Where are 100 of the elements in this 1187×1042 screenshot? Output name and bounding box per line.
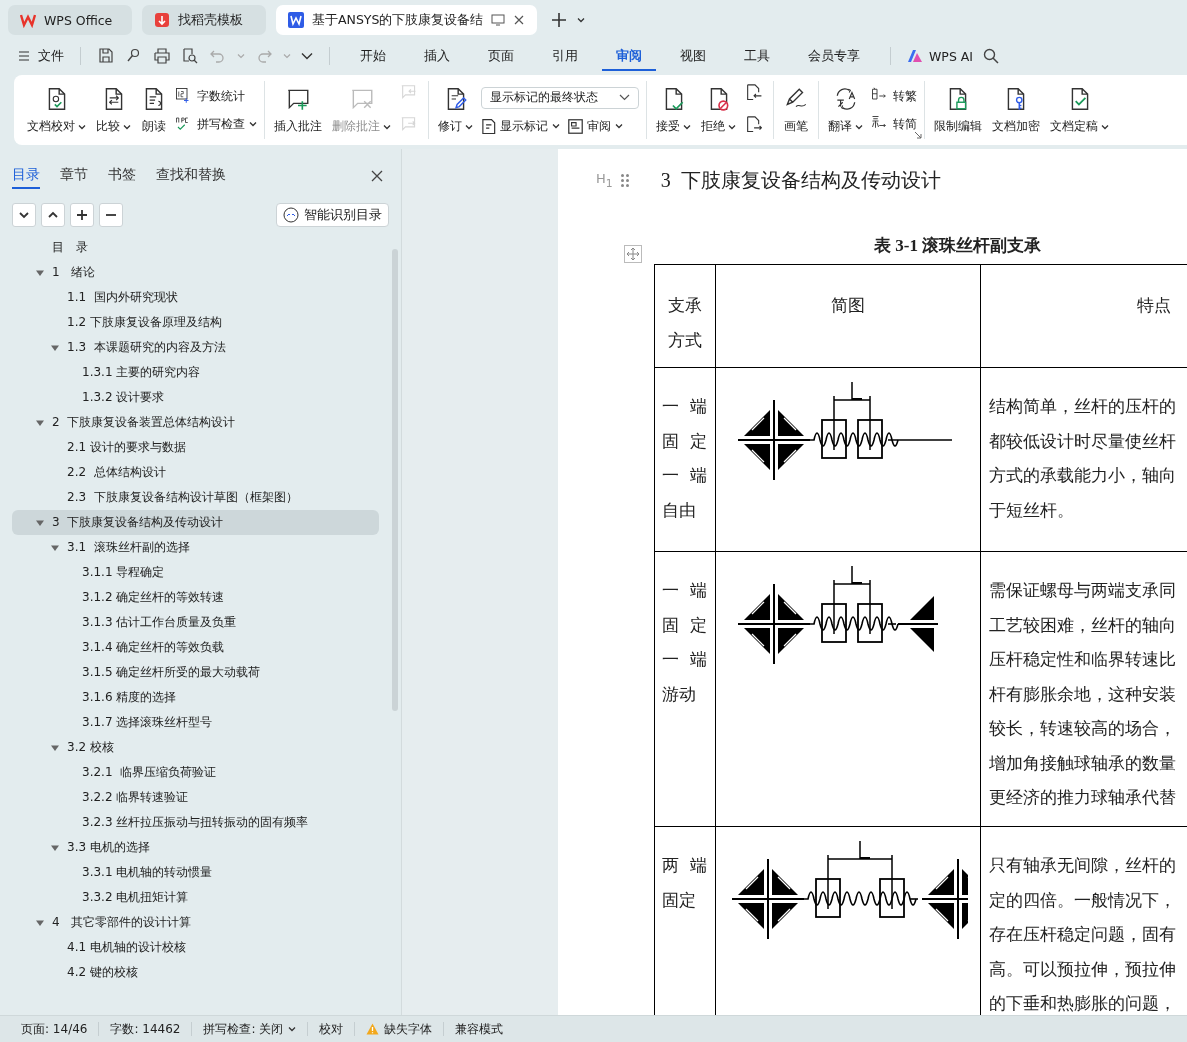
status-item[interactable]: 拼写检查: 关闭 [192,1022,309,1036]
panel-tab[interactable]: 目录 [12,163,40,189]
dialog-launcher-icon[interactable] [914,131,922,139]
ribbon-button[interactable]: 审阅 [568,118,623,134]
ribbon-button[interactable]: 朗读 [137,84,171,136]
ribbon-tab[interactable]: 审阅 [602,41,656,71]
outline-item[interactable]: 4 其它零部件的设计计算 [12,910,379,935]
caret-icon[interactable] [577,17,586,23]
outline-item[interactable]: 2 下肢康复设备装置总体结构设计 [12,410,379,435]
ribbon-button[interactable]: 插入批注 [270,84,326,136]
move-handle-icon[interactable] [624,245,642,263]
ribbon-button[interactable]: 修订 [434,84,477,136]
outline-item[interactable]: 3 下肢康复设备结构及传动设计 [12,510,379,535]
search-icon[interactable] [983,48,1000,64]
outline-item[interactable]: 3.2.1 临界压缩负荷验证 [12,760,379,785]
outline-item[interactable]: 3.3.2 电机扭矩计算 [12,885,379,910]
ribbon-button[interactable]: 翻译 [824,84,867,136]
save-icon[interactable] [97,47,115,65]
collapse-button[interactable] [41,203,65,227]
ribbon-tab[interactable]: 页面 [474,41,528,71]
browser-tab[interactable]: 基于ANSYS的下肢康复设备结 [276,5,538,35]
monitor-icon[interactable] [491,14,506,26]
outline-item[interactable]: 3.3 电机的选择 [12,835,379,860]
ribbon-tab[interactable]: 会员专享 [794,41,874,71]
outline-item[interactable]: 1.1 国内外研究现状 [12,285,379,310]
triangle-icon[interactable] [36,518,44,527]
drag-handle-icon[interactable] [620,173,629,187]
triangle-icon[interactable] [51,843,59,852]
cell-text: 结构简单，丝杆的压杆的 [989,396,1177,418]
plus-icon[interactable] [551,12,568,28]
ribbon-button[interactable]: 文档校对 [23,84,90,136]
status-item[interactable]: 校对 [308,1022,356,1036]
ribbon-button[interactable]: 字数统计 [175,87,245,105]
triangle-icon[interactable] [51,743,59,752]
triangle-icon[interactable] [36,418,44,427]
outline-item[interactable]: 4.1 电机轴的设计校核 [12,935,379,960]
outline-item[interactable]: 3.2 校核 [12,735,379,760]
file-menu[interactable]: 文件 [18,47,64,65]
browser-tab[interactable]: 找稻壳模板 [142,5,266,35]
panel-tab[interactable]: 查找和替换 [156,163,226,189]
markup-dropdown[interactable]: 显示标记的最终状态 [481,86,639,109]
ribbon-tab[interactable]: 开始 [346,41,400,71]
browser-tab[interactable]: WPS Office [8,5,132,35]
triangle-icon[interactable] [36,918,44,927]
ribbon-button[interactable]: 限制编辑 [930,84,986,136]
ribbon-button[interactable]: 拒绝 [697,84,740,136]
ribbon-tab[interactable]: 插入 [410,41,464,71]
outline-item[interactable]: 1.2 下肢康复设备原理及结构 [12,310,379,335]
print-icon[interactable] [153,47,171,65]
outline-item[interactable]: 4.2 键的校核 [12,960,379,985]
panel-tab[interactable]: 章节 [60,163,88,189]
status-item[interactable]: 缺失字体 [355,1022,445,1036]
status-item[interactable]: 页面: 14/46 [10,1022,100,1036]
status-item[interactable]: 字数: 14462 [99,1022,193,1036]
outline-item[interactable]: 3.3.1 电机轴的转动惯量 [12,860,379,885]
outline-item[interactable]: 1.3.2 设计要求 [12,385,379,410]
ribbon-button[interactable]: 比较 [92,84,135,136]
ribbon-button[interactable]: 文档加密 [988,84,1044,136]
outline-item[interactable]: 1.3 本课题研究的内容及方法 [12,335,379,360]
ai-button[interactable]: WPS AI [907,48,974,64]
expand-button[interactable] [12,203,36,227]
status-item[interactable]: 兼容模式 [444,1022,515,1036]
ribbon-button[interactable]: 转简 [871,115,917,133]
close-icon[interactable] [371,170,383,182]
outline-item[interactable]: 3.2.2 临界转速验证 [12,785,379,810]
ribbon-tab[interactable]: 工具 [730,41,784,71]
ribbon-tab[interactable]: 引用 [538,41,592,71]
outline-item[interactable]: 3.1.6 精度的选择 [12,685,379,710]
ribbon-button[interactable]: 接受 [652,84,695,136]
ribbon-tab[interactable]: 视图 [666,41,720,71]
remove-button[interactable] [99,203,123,227]
scrollbar[interactable] [392,249,398,711]
outline-item[interactable]: 2.1 设计的要求与数据 [12,435,379,460]
ribbon-button[interactable]: 转繁 [871,87,917,105]
ribbon-button[interactable]: 显示标记 [481,118,560,134]
outline-item[interactable]: 目 录 [12,235,379,260]
panel-tab[interactable]: 书签 [108,163,136,189]
close-icon[interactable] [513,14,526,26]
ribbon-button[interactable]: 画笔 [779,84,813,136]
smart-toc-button[interactable]: 智能识别目录 [276,203,389,227]
print-preview-icon[interactable] [181,47,199,65]
outline-item[interactable]: 2.3 下肢康复设备结构设计草图（框架图） [12,485,379,510]
outline-item[interactable]: 3.2.3 丝杆拉压振动与扭转振动的固有频率 [12,810,379,835]
outline-item[interactable]: 3.1 滚珠丝杆副的选择 [12,535,379,560]
outline-item[interactable]: 3.1.3 估计工作台质量及负重 [12,610,379,635]
triangle-icon[interactable] [36,268,44,277]
add-button[interactable] [70,203,94,227]
outline-item[interactable]: 3.1.2 确定丝杆的等效转速 [12,585,379,610]
triangle-icon[interactable] [51,543,59,552]
outline-item[interactable]: 1 绪论 [12,260,379,285]
outline-item[interactable]: 1.3.1 主要的研究内容 [12,360,379,385]
outline-item[interactable]: 2.2 总体结构设计 [12,460,379,485]
outline-item[interactable]: 3.1.1 导程确定 [12,560,379,585]
outline-item[interactable]: 3.1.7 选择滚珠丝杆型号 [12,710,379,735]
triangle-icon[interactable] [51,343,59,352]
outline-item[interactable]: 3.1.4 确定丝杆的等效负载 [12,635,379,660]
chevron-down-icon[interactable] [301,52,313,60]
ribbon-button[interactable]: 文档定稿 [1046,84,1113,136]
ribbon-button[interactable]: 拼写检查 [175,115,257,133]
outline-item[interactable]: 3.1.5 确定丝杆所受的最大动载荷 [12,660,379,685]
